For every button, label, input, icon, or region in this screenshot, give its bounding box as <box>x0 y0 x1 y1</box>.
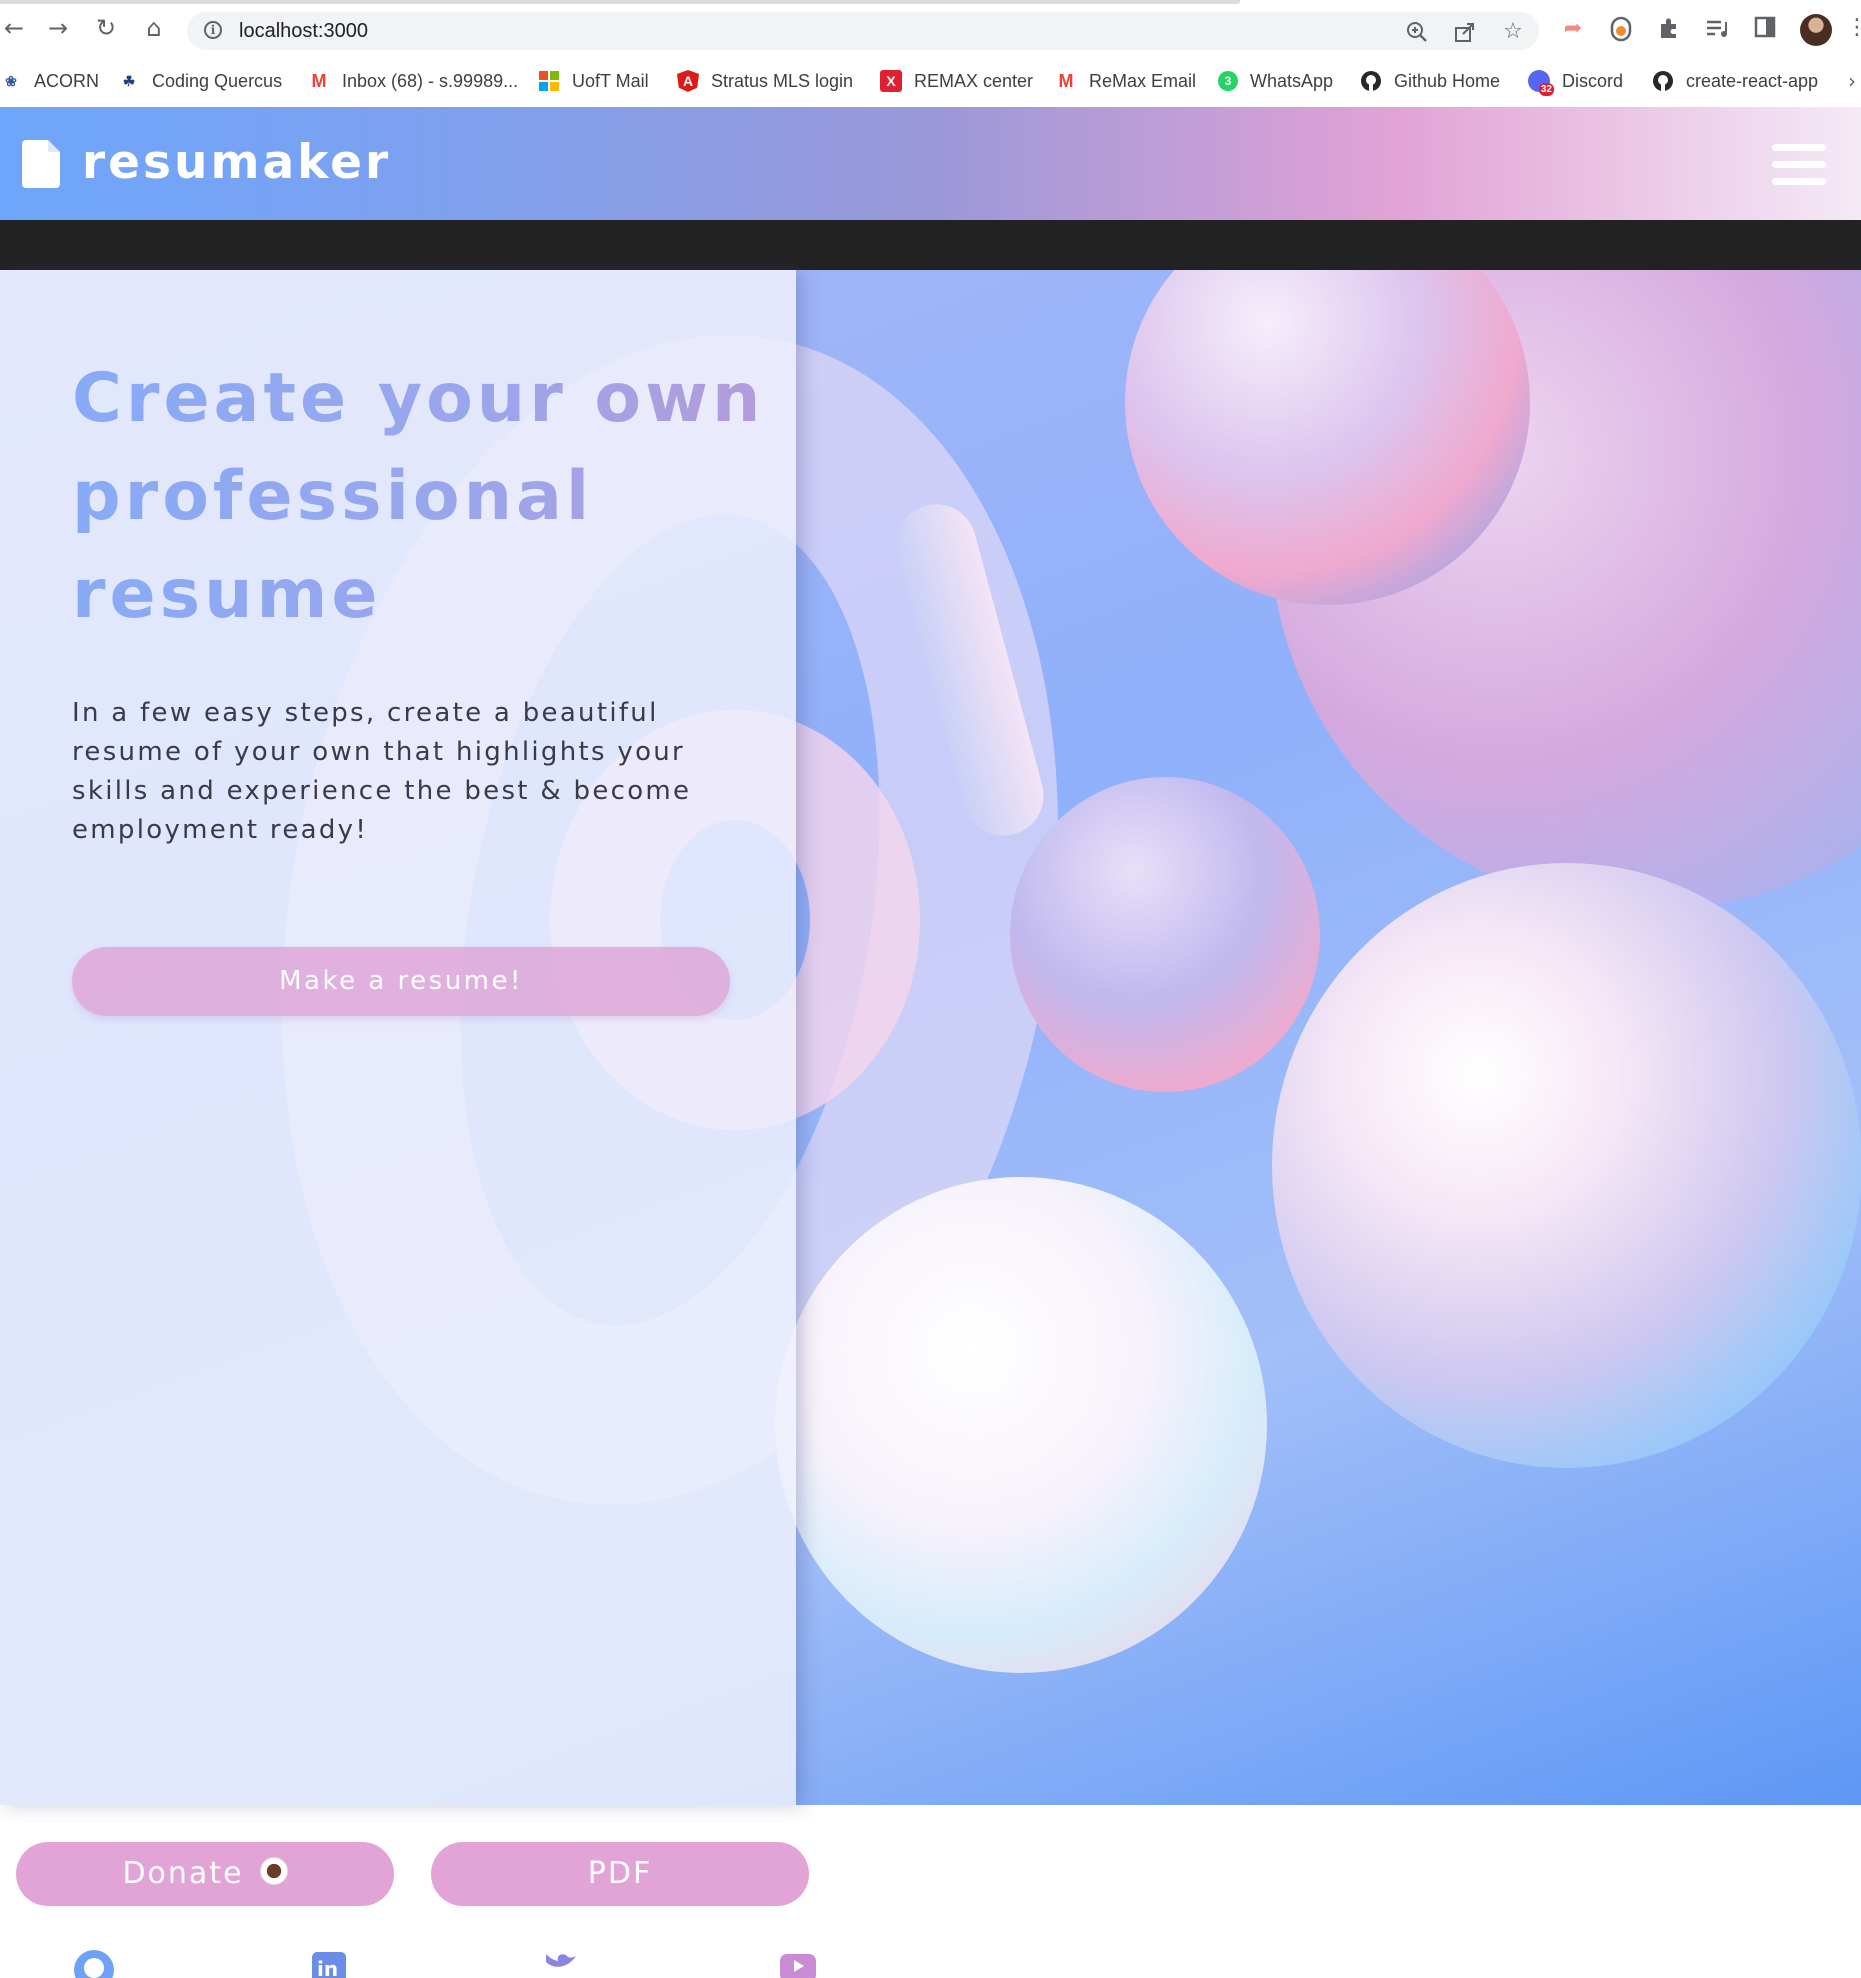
bookmark-discord[interactable]: 32 Discord <box>1528 67 1624 96</box>
make-resume-button[interactable]: Make a resume! <box>72 947 730 1016</box>
bookmark-star-icon[interactable]: ☆ <box>1501 20 1525 44</box>
document-icon <box>22 140 60 188</box>
bookmark-label: UofT Mail <box>572 70 649 91</box>
sphere-bottom <box>775 1177 1267 1673</box>
address-bar[interactable]: i localhost:3000 ☆ <box>187 12 1539 50</box>
bookmarks-bar: ❀ ACORN ☘ Coding Quercus M Inbox (68) - … <box>0 55 1861 107</box>
hamburger-bar <box>1772 178 1826 185</box>
pdf-button[interactable]: PDF <box>431 1842 809 1906</box>
bookmark-label: Coding Quercus <box>152 70 283 91</box>
share-icon[interactable] <box>1453 20 1477 44</box>
hero-title: Create your own professional resume <box>72 350 792 644</box>
discord-icon: 32 <box>1528 70 1554 96</box>
bookmark-label: Discord <box>1562 70 1624 91</box>
bookmark-coding-quercus[interactable]: ☘ Coding Quercus <box>118 67 282 95</box>
bookmark-acorn[interactable]: ❀ ACORN <box>0 67 99 95</box>
side-panel-icon[interactable] <box>1752 16 1778 42</box>
discord-badge: 32 <box>1538 83 1554 96</box>
bookmark-label: ReMax Email <box>1089 70 1197 91</box>
bookmark-label: Github Home <box>1394 70 1501 91</box>
svg-text:in: in <box>317 1957 338 1978</box>
extensions-puzzle-icon[interactable] <box>1656 16 1682 42</box>
gmail-icon: M <box>1058 71 1074 91</box>
bookmark-label: Stratus MLS login <box>711 70 854 91</box>
home-icon[interactable]: ⌂ <box>140 14 168 42</box>
extension-honey-icon[interactable] <box>1608 16 1634 42</box>
header-divider-band <box>0 220 1861 270</box>
more-bookmarks-icon[interactable]: › <box>1848 69 1856 93</box>
profile-avatar[interactable] <box>1800 14 1832 46</box>
extension-record-icon[interactable]: ➦ <box>1560 16 1586 42</box>
bookmark-label: REMAX center <box>914 70 1034 91</box>
bookmark-label: Inbox (68) - s.99989... <box>342 70 519 91</box>
bookmark-github-home[interactable]: Github Home <box>1360 67 1500 95</box>
bookmark-stratus-mls[interactable]: A Stratus MLS login <box>677 67 853 95</box>
pdf-label: PDF <box>587 1856 653 1891</box>
bookmark-label: ACORN <box>34 70 100 91</box>
donate-label: Donate <box>122 1856 244 1891</box>
back-arrow-icon[interactable]: ← <box>0 14 28 42</box>
github-icon <box>1360 70 1382 92</box>
bookmark-whatsapp[interactable]: 3 WhatsApp <box>1218 67 1333 95</box>
address-url[interactable]: localhost:3000 <box>239 20 368 43</box>
acorn-icon: ❀ <box>5 73 17 89</box>
tab-strip-edge <box>0 0 1240 4</box>
donate-button[interactable]: Donate <box>16 1842 394 1906</box>
whatsapp-icon: 3 <box>1218 71 1238 91</box>
browser-toolbar: ← → ↻ ⌂ i localhost:3000 ☆ ➦ ⋮ <box>0 0 1861 56</box>
brand-logo[interactable]: resumaker <box>82 135 391 190</box>
site-info-icon[interactable]: i <box>204 21 222 39</box>
quercus-icon: ☘ <box>122 73 136 89</box>
bookmark-inbox[interactable]: M Inbox (68) - s.99989... <box>308 67 519 95</box>
hero-description: In a few easy steps, create a beautiful … <box>72 698 692 845</box>
app-header: resumaker <box>0 107 1861 220</box>
bookmark-remax-email[interactable]: M ReMax Email <box>1055 67 1197 95</box>
hamburger-bar <box>1772 161 1826 168</box>
coffee-icon <box>259 1857 288 1885</box>
forward-arrow-icon[interactable]: → <box>44 14 72 42</box>
angular-icon: A <box>677 70 699 92</box>
bookmark-label: create-react-app <box>1686 70 1819 91</box>
github-icon <box>1652 70 1674 92</box>
bookmark-uoft-mail[interactable]: UofT Mail <box>538 67 649 95</box>
hamburger-bar <box>1772 144 1826 151</box>
sphere-large-right <box>1272 863 1861 1468</box>
reading-list-icon[interactable] <box>1704 16 1730 42</box>
browser-menu-icon[interactable]: ⋮ <box>1846 14 1861 42</box>
reload-icon[interactable]: ↻ <box>92 14 120 42</box>
bookmark-label: WhatsApp <box>1250 70 1334 91</box>
zoom-icon[interactable] <box>1405 20 1429 44</box>
sphere-middle <box>1010 777 1320 1092</box>
hamburger-menu-icon[interactable] <box>1772 144 1826 190</box>
bookmark-remax-center[interactable]: X REMAX center <box>880 67 1033 95</box>
bookmark-create-react-app[interactable]: create-react-app <box>1652 67 1818 95</box>
remax-icon: X <box>880 70 902 92</box>
microsoft-icon <box>538 70 560 92</box>
gmail-icon: M <box>311 71 327 91</box>
